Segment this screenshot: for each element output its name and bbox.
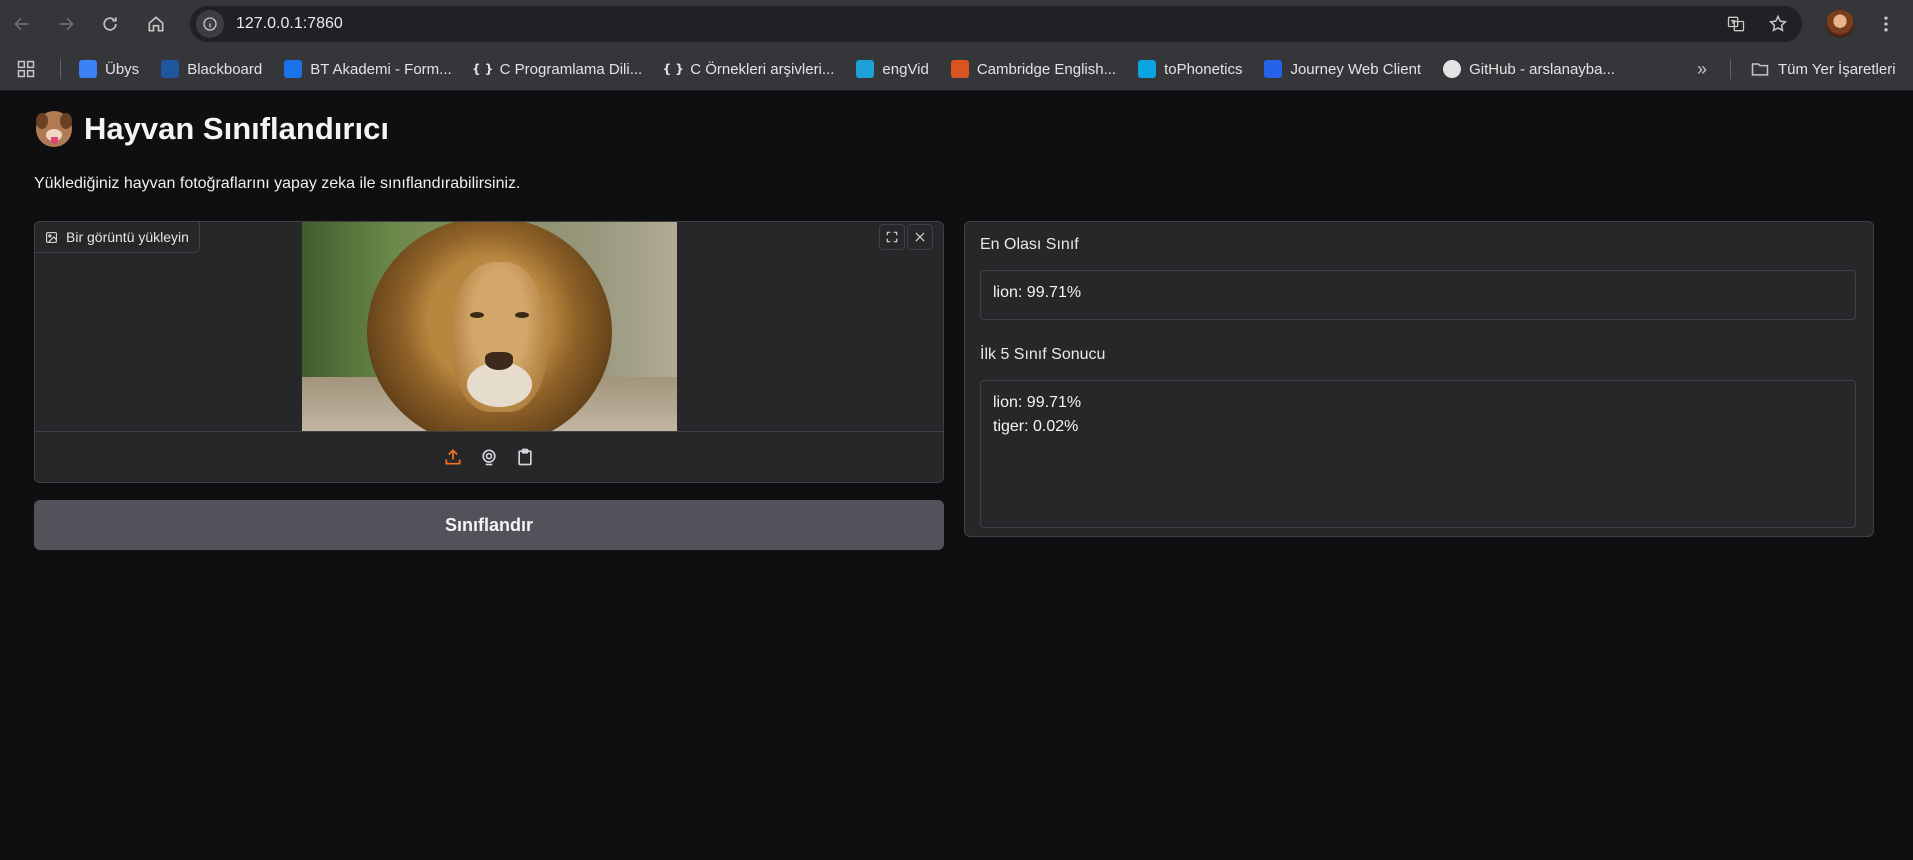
reload-icon[interactable]	[94, 8, 126, 40]
image-input-panel[interactable]: Bir görüntü yükleyin	[34, 221, 944, 483]
classify-button[interactable]: Sınıflandır	[34, 500, 944, 550]
image-input-label: Bir görüntü yükleyin	[35, 222, 200, 253]
back-icon[interactable]	[6, 8, 38, 40]
upload-icon[interactable]	[441, 445, 465, 469]
dog-emoji-icon	[36, 111, 72, 147]
blackboard-icon	[161, 60, 180, 78]
bookmark-item[interactable]: toPhonetics	[1138, 60, 1242, 78]
apps-grid-icon[interactable]	[14, 57, 38, 81]
image-tools	[879, 224, 933, 250]
bookmark-label: C Örnekleri arşivleri...	[690, 60, 835, 78]
bookmark-item[interactable]: engVid	[856, 60, 929, 78]
ubys-icon	[79, 60, 97, 78]
bookmarks-separator	[60, 59, 61, 79]
image-icon	[46, 231, 57, 243]
url-text: 127.0.0.1:7860	[236, 15, 343, 32]
uploaded-lion-image	[302, 222, 677, 432]
page-description: Yüklediğiniz hayvan fotoğraflarını yapay…	[34, 175, 521, 192]
bookmark-label: toPhonetics	[1164, 60, 1243, 78]
bookmark-label: C Programlama Dili...	[499, 60, 643, 78]
bookmark-item[interactable]: BT Akademi - Form...	[284, 60, 452, 78]
bookmark-label: Blackboard	[187, 60, 263, 78]
site-info-icon[interactable]	[196, 10, 224, 38]
webcam-icon[interactable]	[477, 445, 501, 469]
btakademi-icon	[284, 60, 303, 78]
bookmark-item[interactable]: { } C Programlama Dili...	[472, 60, 643, 78]
all-bookmarks-label: Tüm Yer İşaretleri	[1778, 60, 1896, 78]
bookmark-item[interactable]: Cambridge English...	[950, 60, 1117, 78]
image-input-label-text: Bir görüntü yükleyin	[66, 229, 189, 245]
top5-line: tiger: 0.02%	[993, 418, 1079, 435]
forward-icon[interactable]	[50, 8, 82, 40]
bookmarks-bar: Übys Blackboard BT Akademi - Form... { } C P…	[0, 48, 1913, 91]
top5-line: lion: 99.71%	[993, 394, 1082, 411]
bookmark-item[interactable]: GitHub - arslanayba...	[1443, 60, 1615, 78]
top5-label: İlk 5 Sınıf Sonucu	[980, 346, 1106, 363]
top-class-label: En Olası Sınıf	[980, 236, 1079, 253]
bookmarks-separator-right	[1730, 59, 1731, 79]
bookmark-item[interactable]: { } C Örnekleri arşivleri...	[662, 60, 835, 78]
clipboard-icon[interactable]	[513, 445, 537, 469]
bookmark-list: Übys Blackboard BT Akademi - Form... { } C P…	[79, 60, 1637, 78]
home-icon[interactable]	[140, 8, 172, 40]
cambridge-icon	[950, 60, 969, 78]
bookmark-label: BT Akademi - Form...	[310, 60, 452, 78]
fullscreen-icon[interactable]	[879, 224, 905, 250]
address-bar[interactable]: 127.0.0.1:7860	[190, 6, 1802, 42]
top-class-output[interactable]: lion: 99.71%	[980, 270, 1856, 320]
bookmark-item[interactable]: Blackboard	[161, 60, 262, 78]
bookmark-item[interactable]: Übys	[79, 60, 139, 78]
more-bookmarks-icon[interactable]: »	[1690, 57, 1714, 81]
tophonetics-icon	[1138, 60, 1157, 78]
bookmark-item[interactable]: Journey Web Client	[1264, 60, 1421, 78]
bookmark-label: engVid	[882, 60, 929, 78]
bookmark-star-icon[interactable]	[1764, 10, 1792, 38]
all-bookmarks-button[interactable]: Tüm Yer İşaretleri	[1750, 48, 1896, 90]
browser-toolbar: 127.0.0.1:7860	[0, 0, 1913, 48]
browser-menu-icon[interactable]	[1872, 10, 1900, 38]
journey-icon	[1264, 60, 1283, 78]
bookmark-label: Cambridge English...	[976, 60, 1117, 78]
translate-icon[interactable]	[1722, 10, 1750, 38]
braces-icon: { }	[662, 62, 684, 76]
folder-icon	[1751, 63, 1769, 76]
profile-avatar[interactable]	[1826, 10, 1854, 38]
clear-image-icon[interactable]	[907, 224, 933, 250]
page-title: Hayvan Sınıflandırıcı	[84, 111, 389, 146]
results-panel: En Olası Sınıf lion: 99.71% İlk 5 Sınıf …	[964, 221, 1874, 537]
bookmark-label: Journey Web Client	[1290, 60, 1422, 78]
bookmark-label: GitHub - arslanayba...	[1469, 60, 1615, 78]
braces-icon: { }	[472, 62, 494, 76]
top5-output[interactable]: lion: 99.71% tiger: 0.02%	[980, 380, 1856, 528]
image-source-bar	[35, 431, 943, 482]
title-row: Hayvan Sınıflandırıcı	[36, 111, 389, 147]
github-icon	[1443, 60, 1462, 78]
engvid-icon	[856, 60, 875, 78]
bookmark-label: Übys	[105, 60, 140, 78]
